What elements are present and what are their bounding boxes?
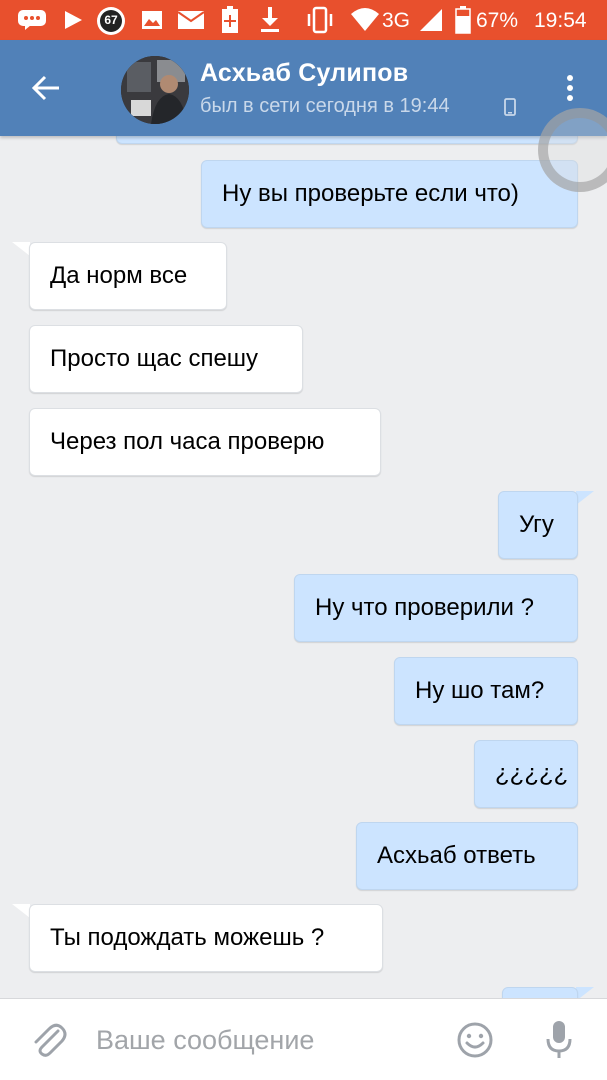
message-text: Угу xyxy=(519,511,554,538)
voice-message-button[interactable] xyxy=(544,1019,574,1061)
notification-badge-count: 67 xyxy=(104,13,118,27)
battery-plus-icon xyxy=(220,5,240,35)
message-list: Ну вы проверьте если что) Да норм все Пр… xyxy=(0,136,607,998)
message-bubble-incoming[interactable]: Через пол часа проверю xyxy=(29,408,381,476)
microphone-icon xyxy=(546,1021,572,1058)
back-arrow-icon xyxy=(31,75,59,101)
message-text: Да норм все xyxy=(50,262,188,289)
message-bubble-outgoing[interactable]: Ну вы проверьте если что) xyxy=(201,160,578,228)
status-bar: 67 3G 67% 19:54 xyxy=(0,0,607,40)
back-button[interactable] xyxy=(24,66,68,110)
more-vert-dot xyxy=(567,95,573,101)
contact-name[interactable]: Асхьаб Сулипов xyxy=(200,59,408,88)
attach-button[interactable] xyxy=(28,1019,68,1061)
vibrate-icon xyxy=(305,6,335,34)
message-text: Просто щас спешу xyxy=(50,345,259,372)
message-text: Асхьаб ответь xyxy=(377,842,536,869)
signal-icon xyxy=(418,7,444,33)
bubble-tail xyxy=(12,904,30,918)
contact-status: был в сети сегодня в 19:44 xyxy=(200,95,450,117)
message-bubble-incoming[interactable]: Ты подождать можешь ? xyxy=(29,904,383,972)
message-bubble-partial[interactable] xyxy=(502,987,578,998)
message-bubble-outgoing[interactable]: Ну что проверили ? xyxy=(294,574,578,642)
more-vert-icon xyxy=(567,75,573,81)
wifi-icon xyxy=(350,6,380,32)
message-text: ¿¿¿¿¿ xyxy=(495,760,569,787)
download-icon xyxy=(258,6,282,34)
avatar[interactable] xyxy=(121,56,189,124)
message-text: Ну вы проверьте если что) xyxy=(222,180,519,207)
bubble-tail xyxy=(12,242,30,256)
message-bubble-outgoing[interactable]: Угу xyxy=(498,491,578,559)
emoji-icon xyxy=(457,1022,493,1058)
message-text: Ну шо там? xyxy=(415,677,545,704)
message-input[interactable] xyxy=(96,1017,436,1063)
battery-icon xyxy=(454,5,472,35)
paperclip-icon xyxy=(34,1023,67,1057)
message-bubble-incoming[interactable]: Да норм все xyxy=(29,242,227,310)
compose-bar xyxy=(0,998,607,1080)
battery-level: 67% xyxy=(476,9,519,32)
message-bubble-outgoing[interactable]: Ну шо там? xyxy=(394,657,578,725)
play-icon xyxy=(60,8,86,32)
bubble-tail xyxy=(576,987,594,998)
message-bubble-incoming[interactable]: Просто щас спешу xyxy=(29,325,303,393)
message-text: Ну что проверили ? xyxy=(315,594,534,621)
badge-icon: 67 xyxy=(96,6,126,36)
more-vert-dot xyxy=(567,85,573,91)
message-bubble-partial[interactable] xyxy=(116,136,578,144)
emoji-button[interactable] xyxy=(456,1021,494,1059)
chat-icon xyxy=(16,8,48,32)
image-icon xyxy=(140,8,164,32)
message-bubble-outgoing[interactable]: Асхьаб ответь xyxy=(356,822,578,890)
clock: 19:54 xyxy=(534,9,587,32)
network-type: 3G xyxy=(382,9,411,32)
message-text: Через пол часа проверю xyxy=(50,428,325,455)
mail-icon xyxy=(176,8,206,32)
bubble-tail xyxy=(576,491,594,505)
phone-icon xyxy=(504,98,516,121)
message-bubble-outgoing[interactable]: ¿¿¿¿¿ xyxy=(474,740,578,808)
chat-header: Асхьаб Сулипов был в сети сегодня в 19:4… xyxy=(0,40,607,136)
message-text: Ты подождать можешь ? xyxy=(50,924,325,951)
more-options-button[interactable] xyxy=(556,68,584,108)
